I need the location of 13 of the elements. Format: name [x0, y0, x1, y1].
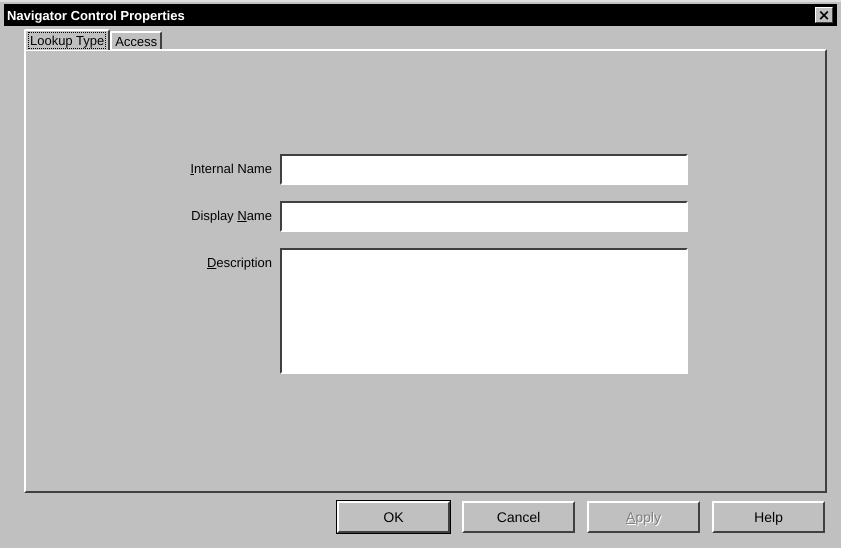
description-field[interactable] [280, 248, 688, 374]
dialog-button[interactable]: OK [337, 501, 450, 533]
field-label: Description [206, 254, 272, 270]
window-title: Navigator Control Properties [7, 8, 185, 22]
input-field[interactable] [280, 201, 688, 232]
tab[interactable]: Access [110, 31, 162, 49]
input-field[interactable] [280, 154, 688, 185]
dialog-button[interactable]: Help [712, 501, 825, 533]
field-label: Internal Name [189, 160, 272, 176]
close-button[interactable]: × [815, 7, 833, 23]
field-label: Display Name [190, 207, 272, 223]
dialog-button[interactable]: Cancel [462, 501, 575, 533]
tab[interactable]: Lookup Type [24, 29, 110, 50]
